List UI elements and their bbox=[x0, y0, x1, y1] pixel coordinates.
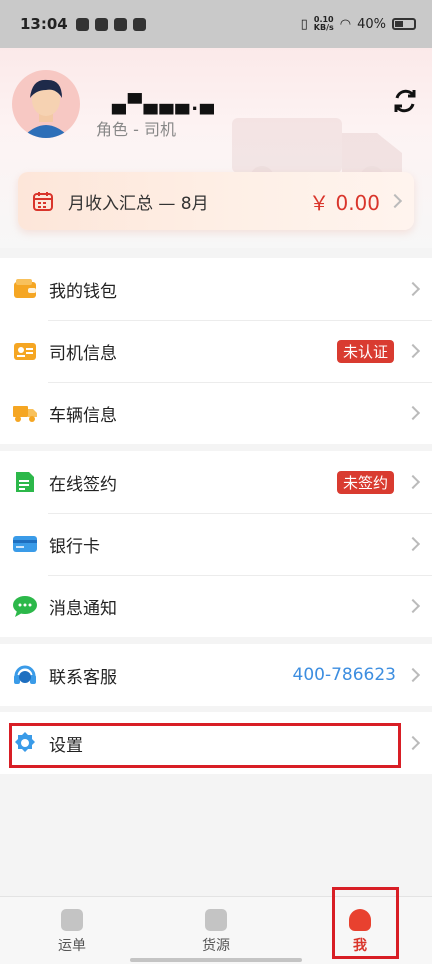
tab-me[interactable]: 我 bbox=[288, 897, 432, 964]
notification-icon bbox=[113, 17, 127, 31]
avatar[interactable] bbox=[12, 70, 80, 138]
bank-card-icon bbox=[12, 531, 38, 557]
bottom-tab-bar: 运单 货源 我 bbox=[0, 896, 432, 964]
menu-item-label: 联系客服 bbox=[49, 667, 117, 688]
user-role: 角色 - 司机 bbox=[96, 120, 176, 139]
tab-label: 我 bbox=[353, 938, 367, 954]
menu-item-label: 消息通知 bbox=[49, 598, 117, 619]
notification-icon bbox=[132, 17, 146, 31]
contract-icon bbox=[12, 469, 38, 495]
monthly-income-card[interactable]: 月收入汇总 — 8月 ￥ 0.00 bbox=[18, 172, 414, 230]
menu-item-vehicle-info[interactable]: 车辆信息 bbox=[0, 382, 432, 444]
headset-icon bbox=[12, 662, 38, 688]
tab-waybill[interactable]: 运单 bbox=[0, 897, 144, 964]
status-badge: 未认证 bbox=[336, 339, 394, 363]
menu-item-label: 银行卡 bbox=[49, 536, 100, 557]
tab-label: 运单 bbox=[58, 938, 86, 954]
menu-item-label: 车辆信息 bbox=[49, 405, 117, 426]
menu-item-bank-card[interactable]: 银行卡 bbox=[0, 513, 432, 575]
menu-item-online-contract[interactable]: 在线签约 未签约 bbox=[0, 451, 432, 513]
truck-icon bbox=[12, 400, 38, 426]
battery-level: 40% bbox=[357, 16, 386, 32]
refresh-icon[interactable] bbox=[390, 86, 420, 116]
chevron-right-icon bbox=[405, 474, 421, 490]
vibrate-icon: ▯ bbox=[300, 16, 308, 32]
status-bar: 13:04 ▯ 0.10 KB/s ◠ 40% bbox=[0, 0, 432, 48]
tab-label: 货源 bbox=[202, 938, 230, 954]
net-speed: 0.10 KB/s bbox=[314, 16, 334, 32]
status-badge: 未签约 bbox=[336, 470, 394, 494]
calendar-icon bbox=[33, 192, 53, 211]
chevron-right-icon bbox=[405, 735, 421, 751]
avatar-illustration bbox=[22, 79, 70, 138]
net-speed-unit: KB/s bbox=[313, 23, 334, 32]
menu-item-notifications[interactable]: 消息通知 bbox=[0, 575, 432, 637]
menu-item-customer-service[interactable]: 联系客服 400-786623 bbox=[0, 644, 432, 706]
user-icon bbox=[349, 909, 371, 931]
gear-icon bbox=[12, 730, 38, 756]
menu-group-settings: 设置 bbox=[0, 712, 432, 774]
chevron-right-icon bbox=[405, 281, 421, 297]
chevron-right-icon bbox=[405, 536, 421, 552]
menu-group-services: 在线签约 未签约 银行卡 消息通知 bbox=[0, 451, 432, 637]
waybill-icon bbox=[61, 909, 83, 931]
menu-item-settings[interactable]: 设置 bbox=[0, 712, 432, 774]
chevron-right-icon bbox=[405, 667, 421, 683]
wallet-icon bbox=[12, 276, 38, 302]
id-card-icon bbox=[12, 338, 38, 364]
service-phone-link[interactable]: 400-786623 bbox=[293, 665, 396, 685]
menu-item-driver-info[interactable]: 司机信息 未认证 bbox=[0, 320, 432, 382]
menu-item-label: 我的钱包 bbox=[49, 281, 117, 302]
menu-item-label: 在线签约 bbox=[49, 474, 117, 495]
chevron-right-icon bbox=[387, 193, 403, 209]
menu-item-label: 司机信息 bbox=[49, 343, 117, 364]
user-name: ▄▀▄▄▄.▄ bbox=[112, 94, 216, 115]
wifi-icon: ◠ bbox=[339, 16, 352, 32]
status-time: 13:04 bbox=[20, 15, 68, 33]
battery-icon bbox=[392, 18, 416, 30]
income-amount: ￥ 0.00 bbox=[309, 190, 380, 215]
menu-item-wallet[interactable]: 我的钱包 bbox=[0, 258, 432, 320]
menu-item-label: 设置 bbox=[49, 735, 83, 756]
menu-group-account: 我的钱包 司机信息 未认证 车辆信息 bbox=[0, 258, 432, 444]
income-label: 月收入汇总 — 8月 bbox=[68, 193, 209, 214]
tab-cargo[interactable]: 货源 bbox=[144, 897, 288, 964]
cargo-icon bbox=[205, 909, 227, 931]
chevron-right-icon bbox=[405, 343, 421, 359]
menu-group-support: 联系客服 400-786623 bbox=[0, 644, 432, 706]
notification-icon bbox=[75, 17, 89, 31]
chat-icon bbox=[12, 593, 38, 619]
home-indicator[interactable] bbox=[130, 958, 302, 962]
notification-icon bbox=[94, 17, 108, 31]
chevron-right-icon bbox=[405, 405, 421, 421]
chevron-right-icon bbox=[405, 598, 421, 614]
